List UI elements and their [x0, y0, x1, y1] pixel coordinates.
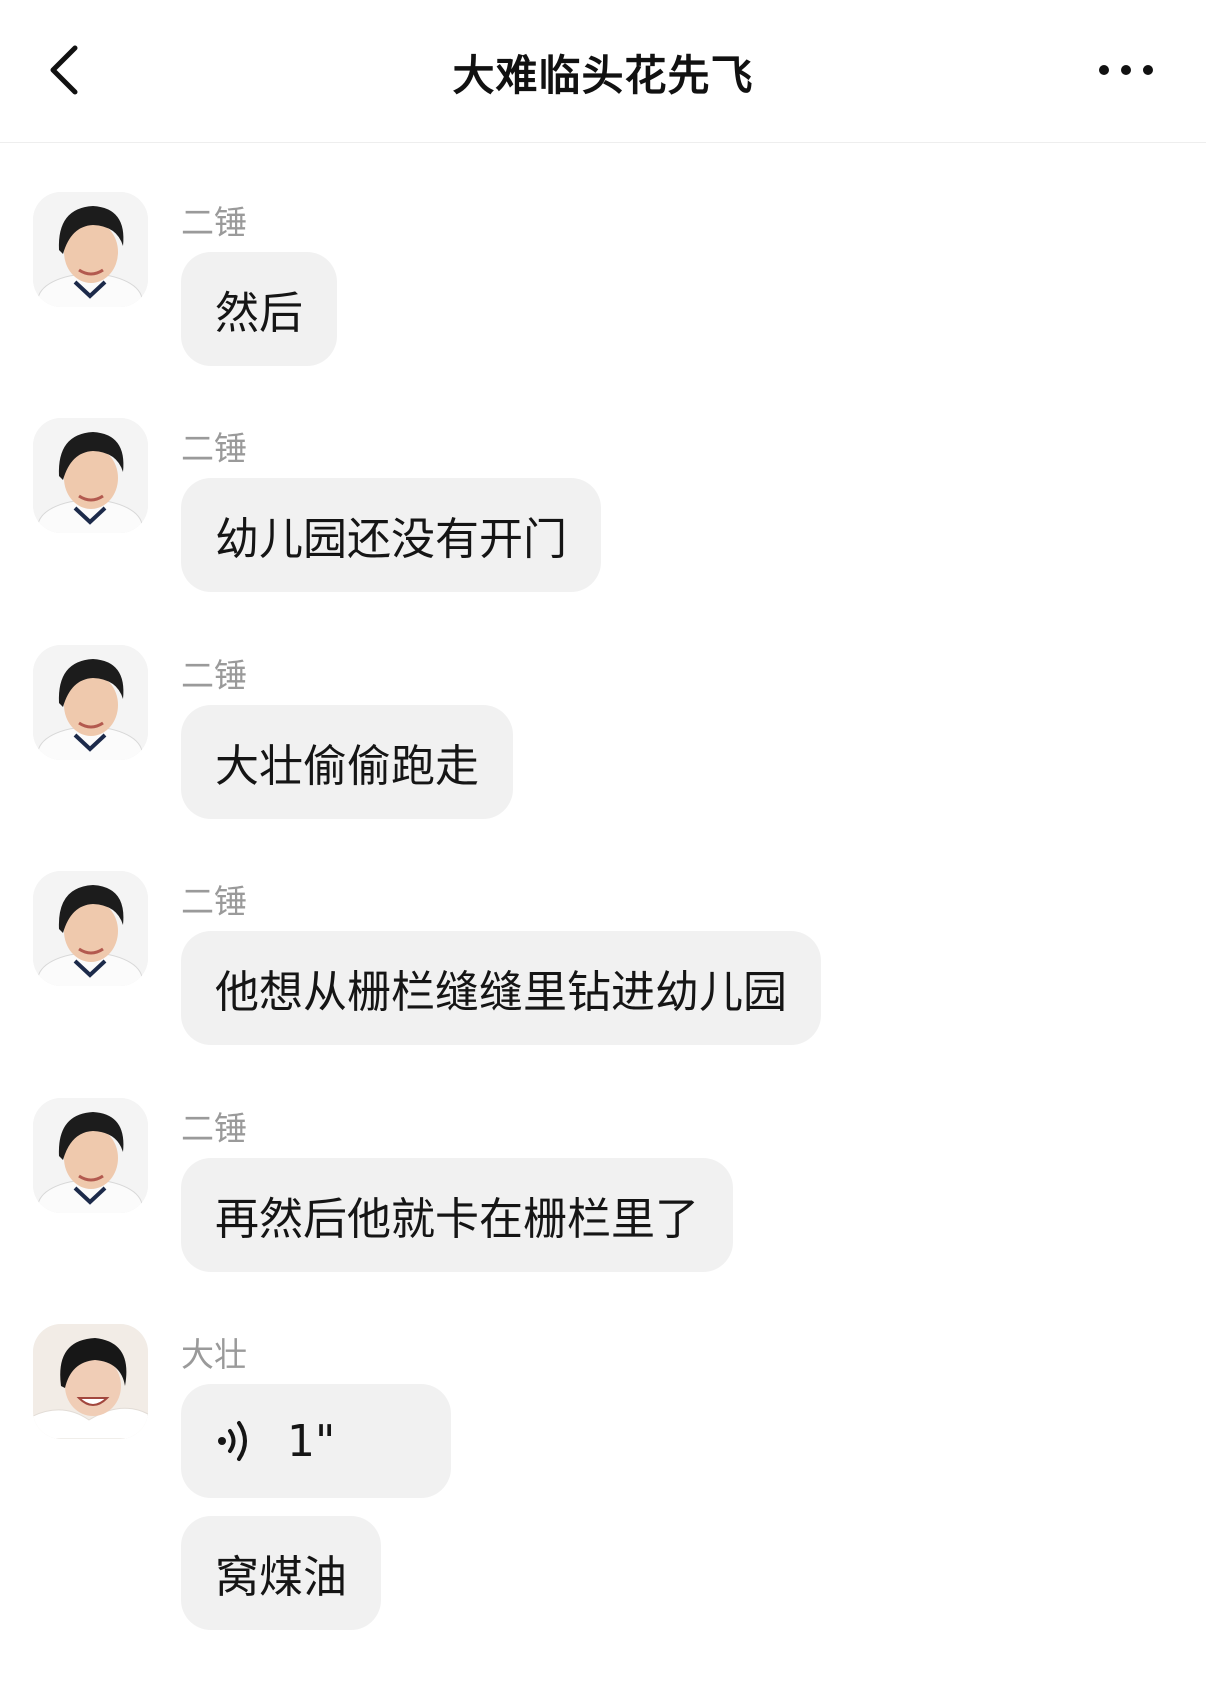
message-bubble[interactable]: 他想从栅栏缝缝里钻进幼儿园: [181, 931, 821, 1045]
voice-wave-icon: [218, 1421, 247, 1461]
voice-duration: 1": [287, 1415, 336, 1467]
avatar[interactable]: [33, 871, 148, 986]
message-bubble[interactable]: 幼儿园还没有开门: [181, 478, 601, 592]
sender-name: 二锤: [181, 203, 247, 242]
avatar[interactable]: [33, 192, 148, 307]
avatar[interactable]: [33, 418, 148, 533]
sender-name: 二锤: [181, 656, 247, 695]
message-bubble[interactable]: 再然后他就卡在栅栏里了: [181, 1158, 733, 1272]
voice-message-bubble[interactable]: 1": [181, 1384, 451, 1498]
message-bubble[interactable]: 窝煤油: [181, 1516, 381, 1630]
sender-name: 二锤: [181, 429, 247, 468]
sender-name: 大壮: [181, 1335, 247, 1374]
avatar[interactable]: [33, 645, 148, 760]
more-button[interactable]: [1086, 48, 1166, 92]
message-bubble[interactable]: 大壮偷偷跑走: [181, 705, 513, 819]
top-bar: 大难临头花先飞: [0, 0, 1206, 143]
more-dots-icon: [1099, 65, 1153, 75]
avatar[interactable]: [33, 1098, 148, 1213]
sender-name: 二锤: [181, 1109, 247, 1148]
sender-name: 二锤: [181, 882, 247, 921]
chat-title: 大难临头花先飞: [452, 51, 754, 100]
message-bubble[interactable]: 然后: [181, 252, 337, 366]
avatar[interactable]: [33, 1324, 148, 1439]
